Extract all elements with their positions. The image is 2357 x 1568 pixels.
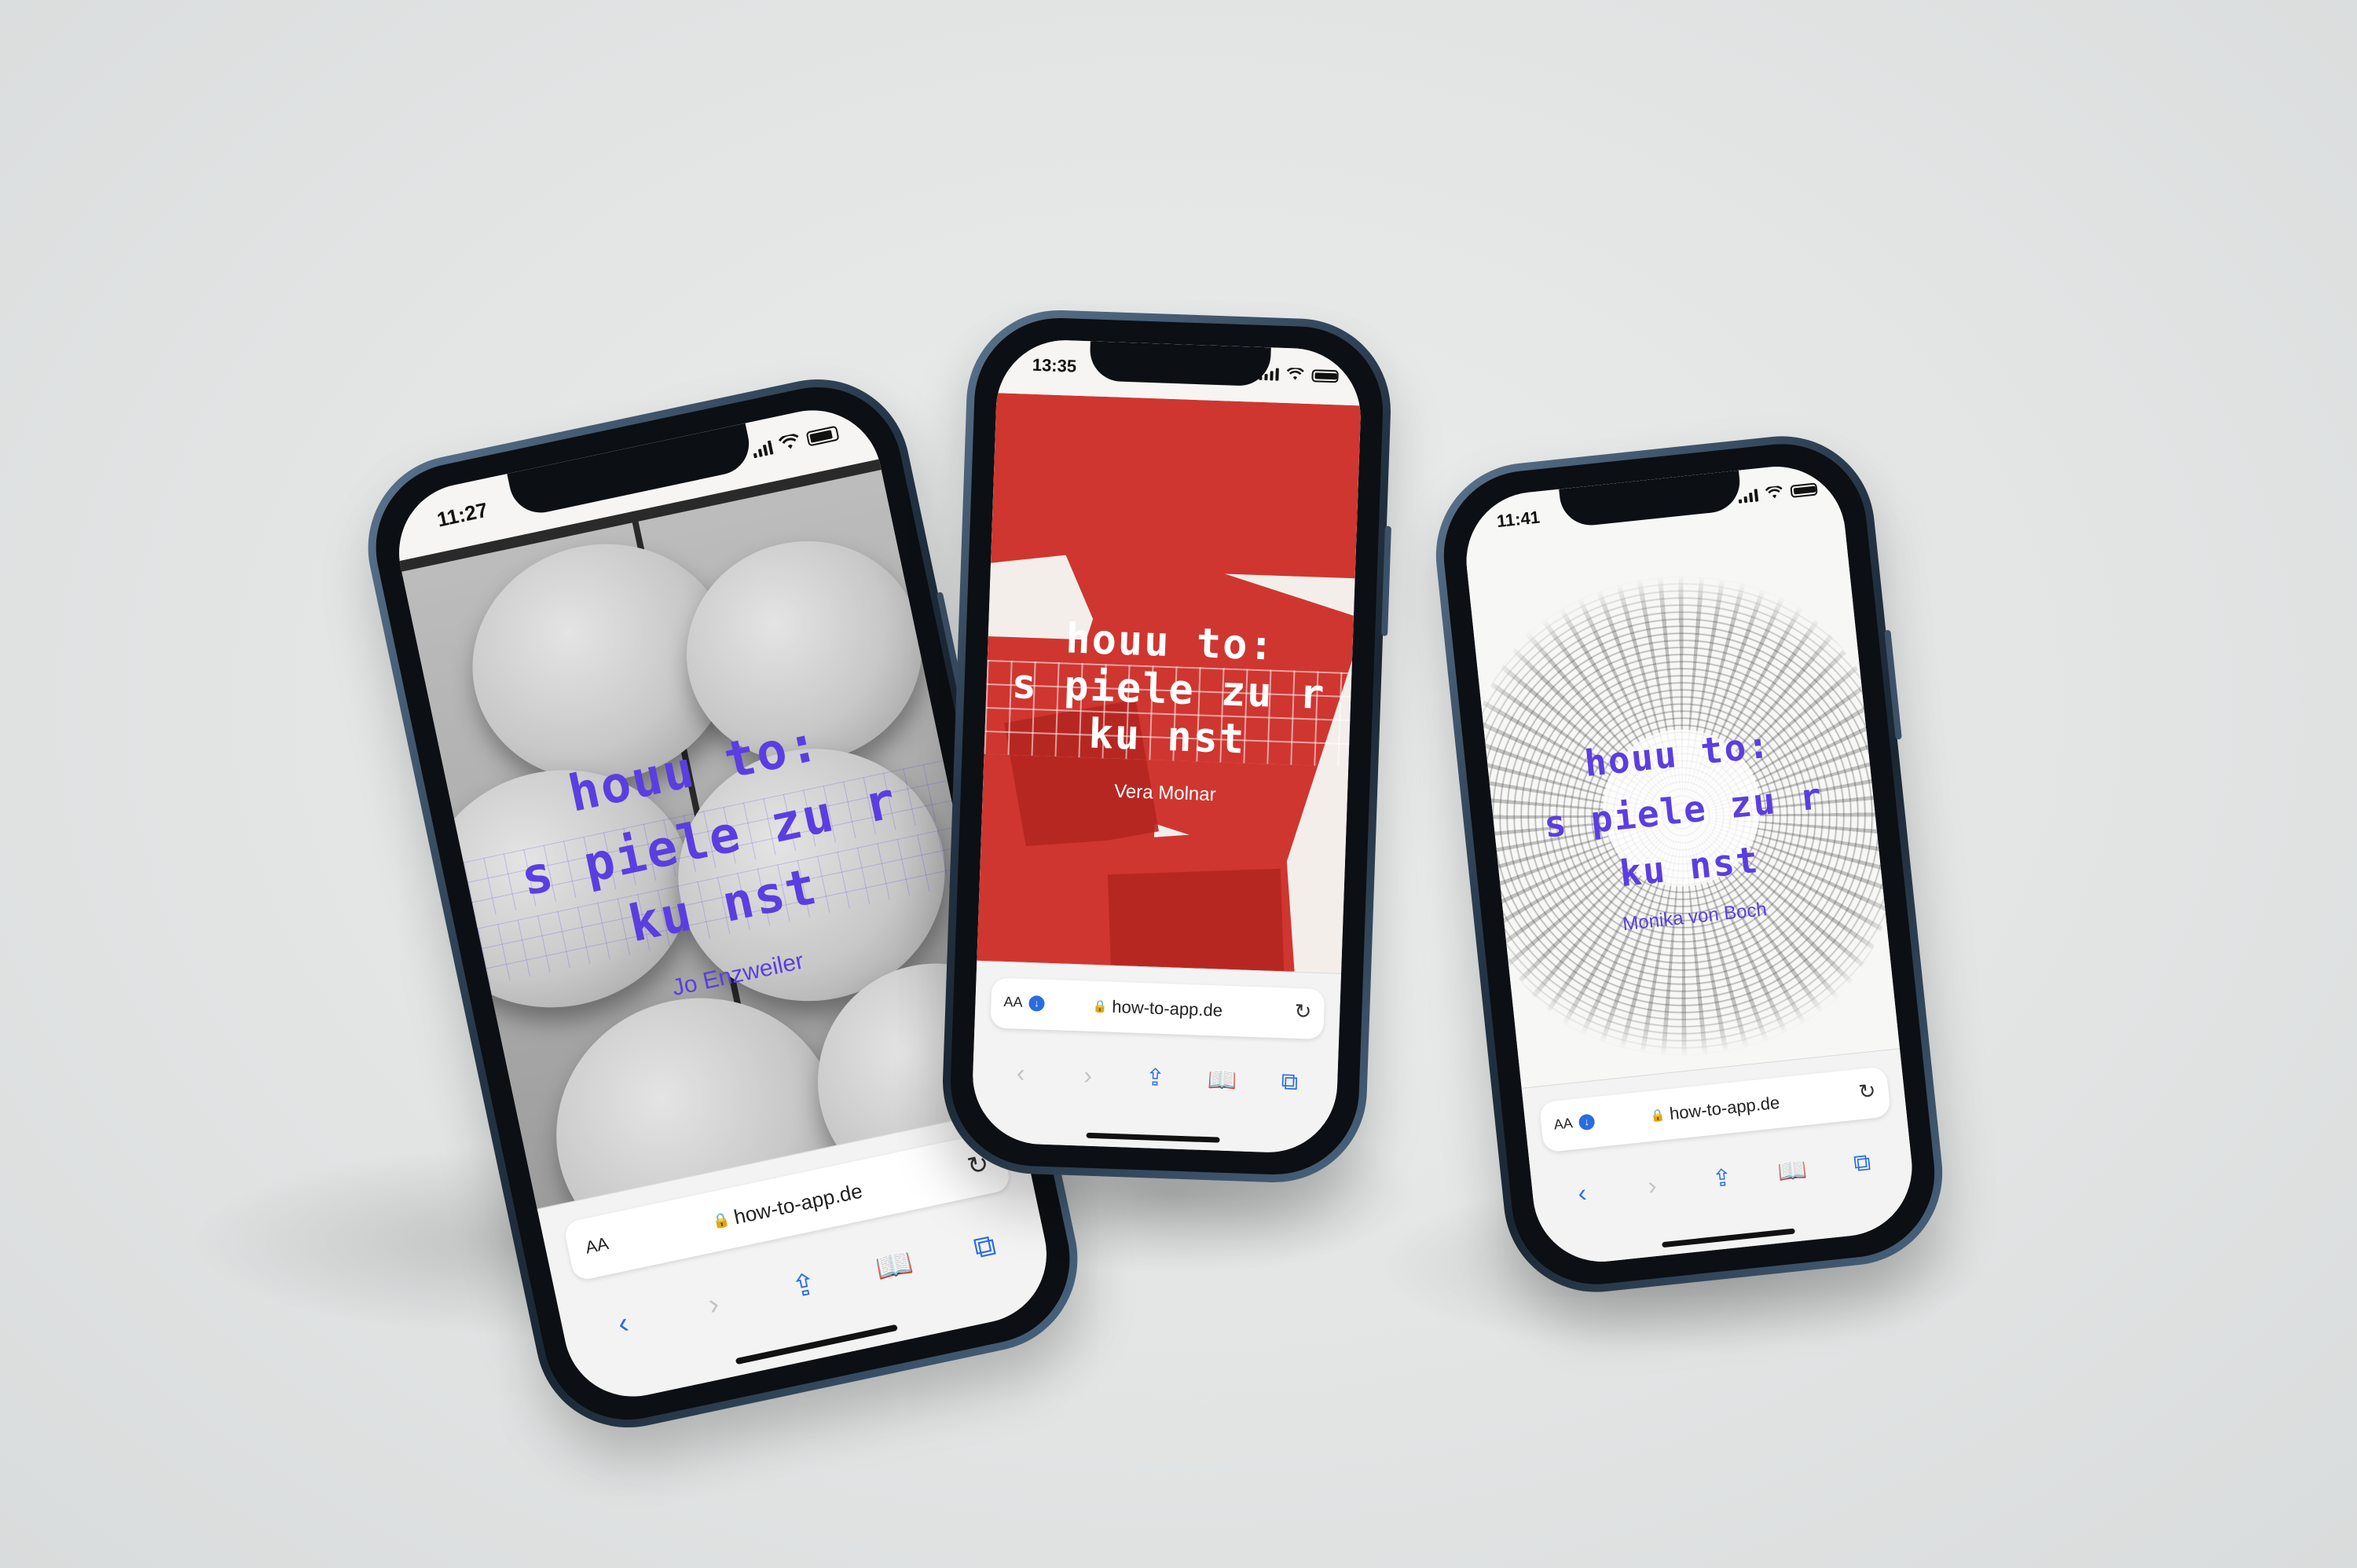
text-size-button[interactable]: AA [1553, 1115, 1574, 1133]
chevron-right-icon[interactable]: › [687, 1283, 740, 1326]
reload-icon[interactable]: ↻ [1294, 999, 1312, 1024]
status-time: 11:41 [1495, 507, 1541, 532]
chevron-right-icon[interactable]: › [1627, 1169, 1677, 1203]
book-icon[interactable]: 📖 [867, 1244, 921, 1288]
artwork-area: houu to: s piele zu r ku nst Vera Molnar [977, 393, 1362, 974]
reload-icon[interactable]: ↻ [1857, 1079, 1877, 1105]
battery-icon [1311, 369, 1339, 383]
address-bar[interactable]: AA ↓ 🔒 how-to-app.de ↻ [990, 977, 1325, 1040]
browser-toolbar: AA ↓ 🔒 how-to-app.de ↻ ‹ › ⇪ 📖 ⧉ [970, 960, 1342, 1155]
lock-icon: 🔒 [1092, 999, 1108, 1014]
phone-screen: 11:41 houu to: s piele zu r ku nst Monik… [1459, 460, 1919, 1269]
phone-center: 13:35 houu to: s piele zu r ku nst Vera … [939, 306, 1395, 1186]
signal-icon [751, 439, 774, 459]
chevron-left-icon[interactable]: ‹ [1557, 1176, 1607, 1210]
url-text[interactable]: how-to-app.de [731, 1178, 864, 1229]
signal-icon [1737, 485, 1759, 504]
share-icon[interactable]: ⇪ [777, 1263, 830, 1307]
status-time: 13:35 [1032, 354, 1077, 376]
home-indicator[interactable] [1662, 1228, 1795, 1248]
battery-icon [805, 425, 840, 447]
phone-right: 11:41 houu to: s piele zu r ku nst Monik… [1427, 427, 1952, 1302]
url-text[interactable]: how-to-app.de [1669, 1093, 1781, 1125]
tabs-icon[interactable]: ⧉ [1266, 1068, 1314, 1097]
chevron-right-icon[interactable]: › [1064, 1060, 1112, 1090]
tabs-icon[interactable]: ⧉ [959, 1225, 1012, 1269]
chevron-left-icon[interactable]: ‹ [997, 1057, 1045, 1088]
text-size-button[interactable]: AA [1003, 994, 1023, 1011]
wifi-icon [778, 433, 799, 449]
share-icon[interactable]: ⇪ [1697, 1162, 1747, 1194]
tabs-icon[interactable]: ⧉ [1838, 1148, 1887, 1179]
phone-screen: 13:35 houu to: s piele zu r ku nst Vera … [970, 338, 1363, 1155]
red-square-dark [1107, 868, 1287, 974]
app-title: houu to: s piele zu r ku nst Vera Molnar [983, 613, 1354, 811]
side-button [1381, 526, 1391, 636]
book-icon[interactable]: 📖 [1767, 1155, 1816, 1187]
artwork-area: houu to: s piele zu r ku nst Monika von … [1465, 515, 1901, 1089]
browser-toolbar: AA ↓ 🔒 how-to-app.de ↻ ‹ › ⇪ 📖 ⧉ [1521, 1048, 1919, 1269]
wifi-icon [1765, 485, 1783, 499]
app-title: houu to: s piele zu r ku nst Monika von … [1486, 710, 1885, 948]
home-indicator[interactable] [735, 1324, 898, 1365]
wifi-icon [1286, 368, 1304, 380]
book-icon[interactable]: 📖 [1198, 1065, 1246, 1094]
notch [1089, 341, 1271, 387]
chevron-left-icon[interactable]: ‹ [596, 1302, 650, 1346]
text-size-button[interactable]: AA [584, 1233, 610, 1258]
share-icon[interactable]: ⇪ [1131, 1063, 1179, 1092]
url-text[interactable]: how-to-app.de [1112, 997, 1222, 1021]
phone-bezel: 13:35 houu to: s piele zu r ku nst Vera … [948, 315, 1386, 1178]
download-icon[interactable]: ↓ [1028, 995, 1045, 1012]
download-icon[interactable]: ↓ [1578, 1113, 1596, 1131]
artwork-area: houu to: s piele zu r ku nst Jo Enzweile… [399, 459, 1017, 1210]
status-time: 11:27 [434, 497, 490, 532]
lock-icon: 🔒 [1649, 1108, 1666, 1123]
phone-bezel: 11:41 houu to: s piele zu r ku nst Monik… [1435, 435, 1943, 1293]
home-indicator[interactable] [1086, 1132, 1220, 1143]
lock-icon: 🔒 [710, 1210, 731, 1229]
battery-icon [1790, 482, 1818, 498]
